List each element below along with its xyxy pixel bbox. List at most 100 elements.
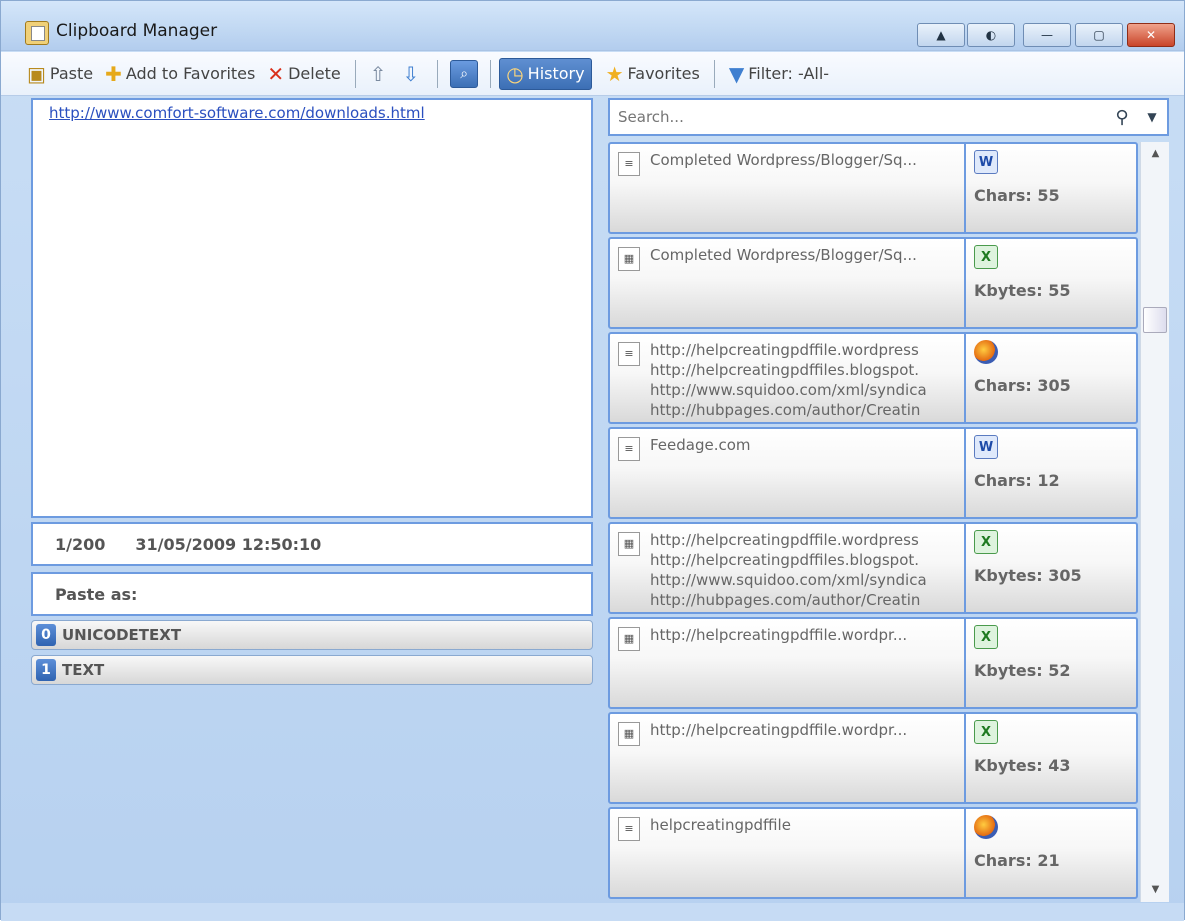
history-item[interactable]: ≡ Feedage.com W Chars: 12 [608, 427, 1138, 519]
history-item-size: Kbytes: 305 [974, 566, 1082, 585]
history-item-size: Chars: 305 [974, 376, 1071, 395]
search-options-chevron-down-icon[interactable]: ▼ [1137, 110, 1167, 124]
word-icon: W [974, 435, 998, 459]
move-down-button[interactable]: ⇩ [396, 58, 429, 90]
history-item-line: http://helpcreatingpdffile.wordpr... [650, 721, 908, 739]
history-item[interactable]: ▦ http://helpcreatingpdffile.wordpress h… [608, 522, 1138, 614]
history-item-text: ≡ Completed Wordpress/Blogger/Sq... [610, 144, 966, 232]
format-name: TEXT [62, 661, 105, 679]
history-item-line: http://www.squidoo.com/xml/syndica [650, 571, 927, 589]
text-document-icon: ≡ [618, 817, 640, 841]
table-document-icon: ▦ [618, 247, 640, 271]
move-up-button[interactable]: ⇧ [364, 58, 397, 90]
history-item-line: http://helpcreatingpdffile.wordpr... [650, 626, 908, 644]
word-icon: W [974, 150, 998, 174]
clip-timestamp: 31/05/2009 12:50:10 [135, 534, 322, 554]
history-item-meta: X Kbytes: 52 [974, 625, 1134, 680]
toolbar: ▣ Paste ✚ Add to Favorites ✕ Delete ⇧ ⇩ … [1, 52, 1184, 96]
history-scrollbar[interactable]: ▲ ▼ [1140, 142, 1169, 902]
search-box: ⚲ ▼ [608, 98, 1169, 136]
clipboard-manager-window: Clipboard Manager ▲ ◐ — ▢ ✕ ▣ Paste ✚ Ad… [0, 0, 1185, 921]
table-document-icon: ▦ [618, 532, 640, 556]
delete-label: Delete [288, 64, 341, 83]
history-item-line: helpcreatingpdffile [650, 816, 791, 834]
clip-preview[interactable]: http://www.comfort-software.com/download… [31, 98, 593, 518]
add-to-favorites-button[interactable]: ✚ Add to Favorites [99, 58, 261, 90]
star-icon: ★ [605, 61, 624, 86]
history-item-meta: X Kbytes: 55 [974, 245, 1134, 300]
preview-link[interactable]: http://www.comfort-software.com/download… [49, 104, 425, 122]
history-item-line: http://www.squidoo.com/xml/syndica [650, 381, 927, 399]
format-text-button[interactable]: 1 TEXT [31, 655, 593, 685]
delete-icon: ✕ [267, 61, 285, 86]
history-item-line: http://helpcreatingpdffiles.blogspot. [650, 361, 920, 379]
history-item-meta: Chars: 305 [974, 340, 1134, 395]
excel-icon: X [974, 720, 998, 744]
history-item[interactable]: ≡ http://helpcreatingpdffile.wordpress h… [608, 332, 1138, 424]
filter-dropdown[interactable]: ▼ Filter: -All- [723, 58, 835, 90]
scroll-thumb[interactable] [1143, 307, 1167, 333]
history-item-meta: Chars: 21 [974, 815, 1134, 870]
history-label: History [527, 64, 585, 83]
filter-label: Filter: -All- [748, 64, 830, 83]
paste-label: Paste [49, 64, 94, 83]
excel-icon: X [974, 530, 998, 554]
text-document-icon: ≡ [618, 342, 640, 366]
history-item-text: ▦ Completed Wordpress/Blogger/Sq... [610, 239, 966, 327]
clip-position: 1/200 [55, 534, 106, 554]
history-item-line: http://hubpages.com/author/Creatin [650, 591, 921, 609]
scroll-down-icon[interactable]: ▼ [1141, 878, 1170, 902]
add-to-favorites-label: Add to Favorites [125, 64, 256, 83]
filter-icon: ▼ [728, 61, 745, 86]
paste-as-label: Paste as: [55, 584, 138, 604]
maximize-button[interactable]: ▢ [1075, 23, 1123, 47]
search-input[interactable] [616, 107, 1107, 127]
arrow-down-icon: ⇩ [402, 61, 420, 86]
history-item-size: Chars: 21 [974, 851, 1060, 870]
history-item[interactable]: ▦ http://helpcreatingpdffile.wordpr... X… [608, 712, 1138, 804]
history-item-line: http://helpcreatingpdffile.wordpress [650, 341, 919, 359]
paste-button[interactable]: ▣ Paste [21, 58, 99, 90]
history-item[interactable]: ≡ helpcreatingpdffile Chars: 21 [608, 807, 1138, 899]
history-item-line: Completed Wordpress/Blogger/Sq... [650, 246, 917, 264]
history-item[interactable]: ≡ Completed Wordpress/Blogger/Sq... W Ch… [608, 142, 1138, 234]
history-item-line: http://helpcreatingpdffile.wordpress [650, 531, 919, 549]
toolbar-separator [354, 59, 356, 88]
text-document-icon: ≡ [618, 437, 640, 461]
history-item-meta: W Chars: 12 [974, 435, 1134, 490]
add-favorite-icon: ✚ [105, 61, 122, 86]
paste-icon: ▣ [27, 61, 46, 86]
clip-info: 1/200 31/05/2009 12:50:10 [31, 522, 593, 566]
collapse-button[interactable]: ▲ [917, 23, 965, 47]
history-item-meta: X Kbytes: 43 [974, 720, 1134, 775]
history-item[interactable]: ▦ http://helpcreatingpdffile.wordpr... X… [608, 617, 1138, 709]
skin-button[interactable]: ◐ [967, 23, 1015, 47]
toolbar-separator [490, 59, 492, 88]
history-list: ≡ Completed Wordpress/Blogger/Sq... W Ch… [608, 142, 1138, 902]
history-item-size: Chars: 12 [974, 471, 1060, 490]
title-bar[interactable]: Clipboard Manager ▲ ◐ — ▢ ✕ [1, 1, 1184, 51]
history-item-text: ▦ http://helpcreatingpdffile.wordpress h… [610, 524, 966, 612]
search-icon[interactable]: ⚲ [1107, 107, 1137, 128]
arrow-up-icon: ⇧ [369, 61, 387, 86]
history-item-text: ▦ http://helpcreatingpdffile.wordpr... [610, 619, 966, 707]
excel-icon: X [974, 625, 998, 649]
history-item-size: Kbytes: 55 [974, 281, 1071, 300]
delete-button[interactable]: ✕ Delete [261, 58, 346, 90]
format-unicodetext-button[interactable]: 0 UNICODETEXT [31, 620, 593, 650]
preview-toggle-button[interactable]: ⌕ [450, 59, 479, 88]
history-item[interactable]: ▦ Completed Wordpress/Blogger/Sq... X Kb… [608, 237, 1138, 329]
history-tab[interactable]: ◷ History [499, 57, 592, 90]
history-item-text: ≡ helpcreatingpdffile [610, 809, 966, 897]
window-bottom-border [1, 903, 1184, 921]
history-item-text: ≡ http://helpcreatingpdffile.wordpress h… [610, 334, 966, 422]
scroll-up-icon[interactable]: ▲ [1141, 142, 1170, 166]
minimize-button[interactable]: — [1023, 23, 1071, 47]
toolbar-separator [713, 59, 715, 88]
favorites-tab[interactable]: ★ Favorites [600, 58, 706, 90]
history-item-size: Kbytes: 52 [974, 661, 1071, 680]
close-button[interactable]: ✕ [1127, 23, 1175, 47]
text-document-icon: ≡ [618, 152, 640, 176]
favorites-label: Favorites [627, 64, 700, 83]
history-icon: ◷ [506, 61, 524, 86]
